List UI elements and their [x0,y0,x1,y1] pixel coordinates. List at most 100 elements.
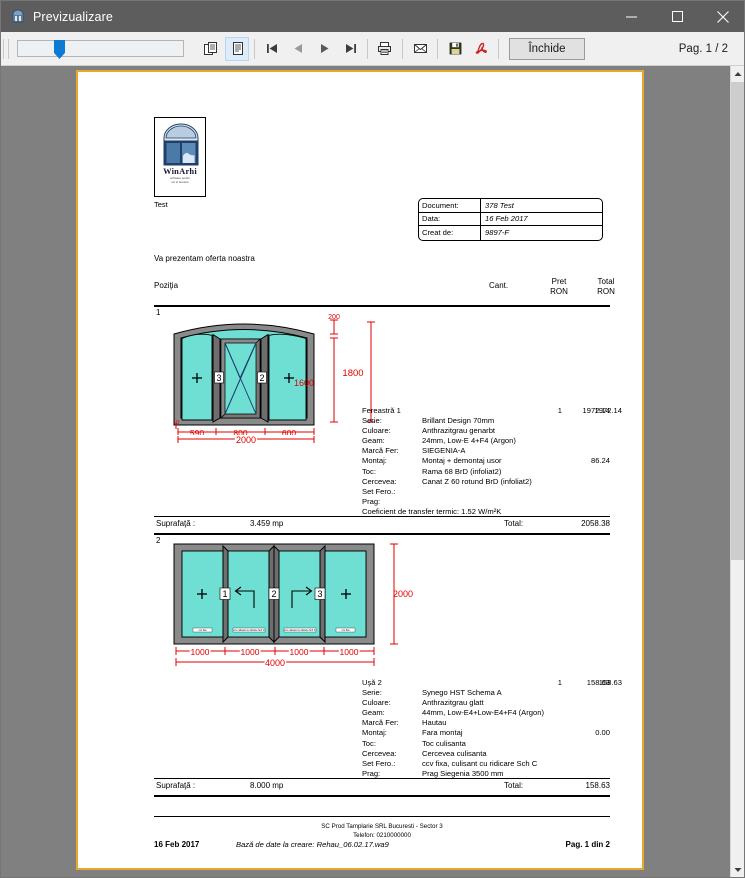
info-key: Creat de: [419,226,481,240]
spec-row: Culoare: Anthrazitgrau genarbt [362,426,496,436]
footer-company-name: SC Prod Tamplarie SRL Bucuresti - Sector… [321,823,443,830]
total-value: 2058.38 [581,519,610,528]
info-value: 9897-F [485,228,510,238]
preview-window: Previzualizare Închide Pag. 1 / 2 WinArh… [0,0,745,878]
spec-row: Cercevea: Canat Z 60 rotund BrD (infoliat… [362,476,532,486]
spec-row: Serie: Brillant Design 70mm [362,416,495,426]
svg-text:4000: 4000 [265,658,285,666]
info-key: Data: [419,212,481,226]
total-label: Total: [504,519,524,528]
spec-row: Marcă Fer: SIEGENIA-A [362,446,466,456]
scroll-up-button[interactable] [731,66,744,82]
print-button[interactable] [373,37,397,61]
spec-row-montaj: Montaj: Fara montaj 0.00 [362,728,610,738]
scroll-down-button[interactable] [731,862,744,877]
column-header-price: Pret RON [550,277,568,296]
preview-window-icon [10,9,26,25]
first-page-button[interactable] [260,37,284,61]
single-page-view-button[interactable] [225,36,249,61]
spec-row: Cercevea: Cercevea culisanta [362,748,487,758]
email-button[interactable] [408,37,432,61]
svg-text:1000: 1000 [241,647,260,657]
svg-text:2000: 2000 [236,435,256,445]
svg-text:1600: 1600 [294,378,314,388]
minimize-button[interactable] [608,1,654,32]
column-header-quantity: Cant. [489,281,509,290]
toolbar-separator [8,38,9,59]
toolbar: Închide Pag. 1 / 2 [1,32,744,66]
svg-text:600: 600 [282,428,296,435]
header-rule [154,305,610,307]
zoom-slider-thumb[interactable] [54,40,65,59]
info-row-creator: Creat de: 9897-F [419,226,602,240]
item-number: 2 [156,536,161,545]
toolbar-separator [3,38,4,59]
montaj-amount: 0.00 [595,728,610,738]
svg-text:ccv culisant cu ridicare Sch C: ccv culisant cu ridicare Sch C [233,629,264,632]
window-title: Previzualizare [33,9,113,24]
logo-tagline: software pentru usi si ferestre [170,176,190,185]
export-pdf-button[interactable] [469,37,493,61]
close-window-button[interactable] [700,1,744,32]
toolbar-separator [402,38,403,59]
page-content: WinArhi software pentru usi si ferestre T… [78,72,642,868]
svg-text:2000: 2000 [393,589,413,599]
svg-text:ccv culisant cu ridicare Sch C: ccv culisant cu ridicare Sch C [284,629,315,632]
offer-intro-text: Va prezentam oferta noastra [154,254,255,263]
svg-text:1800: 1800 [342,368,363,379]
zoom-slider[interactable] [17,40,184,59]
last-page-button[interactable] [338,37,362,61]
logo-caption: Test [154,200,168,209]
item-1-rule-bottom [154,533,610,535]
svg-text:2: 2 [271,589,276,599]
svg-text:1000: 1000 [191,647,210,657]
table-column-headers: Poziţia Cant. Pret RON Total RON [154,277,615,304]
footer-page-number: Pag. 1 din 2 [565,840,610,849]
scrollbar-thumb[interactable] [731,82,744,560]
svg-text:10: 10 [173,420,179,426]
montaj-amount: 86.24 [590,456,610,466]
page-indicator: Pag. 1 / 2 [678,42,728,55]
item-name: Uşă 2 [362,678,382,687]
previous-page-button[interactable] [286,37,310,61]
maximize-button[interactable] [654,1,700,32]
footer-date: 16 Feb 2017 [154,840,200,849]
document-page: WinArhi software pentru usi si ferestre T… [76,70,644,870]
item-1-line-total: 1972.14 [582,406,610,415]
svg-text:ccv fixa: ccv fixa [342,629,351,632]
company-logo: WinArhi software pentru usi si ferestre [154,117,206,197]
item-1-specs: Fereastră 1 1 1972.14 Serie: Brillant Desig… [362,406,622,517]
spec-row: Set Fero.: ccv fixa, culisant cu ridicare… [362,758,538,768]
footer-rule [154,816,610,817]
footer-phone: Telefon: 0210000000 [353,831,411,839]
area-label: Suprafaţă : [156,781,196,790]
item-name: Fereastră 1 [362,406,401,415]
item-2-rule-bottom [154,795,610,797]
toolbar-separator [437,38,438,59]
multi-page-view-button[interactable] [199,37,223,61]
svg-text:1000: 1000 [340,647,359,657]
spec-row: Set Fero.: [362,486,396,496]
spec-row: Culoare: Anthrazitgrau glatt [362,698,484,708]
spec-row-montaj: Montaj: Montaj + demontaj usor 86.24 [362,456,610,466]
toolbar-separator [367,38,368,59]
spec-row: Toc: Rama 68 BrD (infoliat2) [362,466,502,476]
door-drawing-2: 1 2 3 ccv fixa ccv culisant cu ridicare … [173,543,413,666]
toolbar-separator [254,38,255,59]
area-label: Suprafaţă : [156,519,196,528]
caption-buttons [608,1,744,32]
info-value: 378 Test [485,200,514,210]
document-info-table: Document: 378 Test Data: 16 Feb 2017 Cre… [418,198,603,241]
total-label: Total: [504,781,524,790]
svg-text:ccv fixa: ccv fixa [199,629,208,632]
svg-text:1: 1 [222,589,227,599]
total-value: 158.63 [585,781,610,790]
info-row-document: Document: 378 Test [419,199,602,213]
toolbar-separator [498,38,499,59]
save-button[interactable] [443,37,467,61]
next-page-button[interactable] [312,37,336,61]
close-preview-button[interactable]: Închide [509,37,585,60]
vertical-scrollbar[interactable] [730,66,744,877]
svg-text:590: 590 [190,428,204,435]
spec-row: Toc: Toc culisanta [362,738,466,748]
